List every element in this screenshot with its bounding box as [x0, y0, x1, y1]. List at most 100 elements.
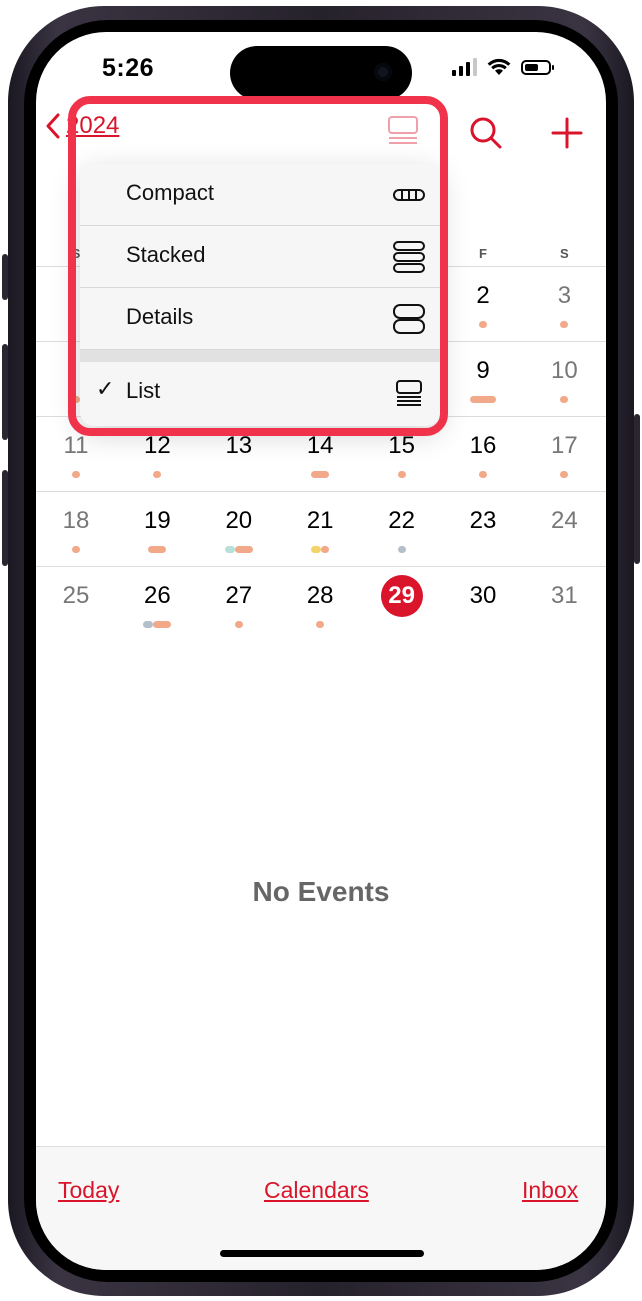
event-dot [311, 546, 322, 553]
day-cell[interactable]: 27 [199, 567, 279, 641]
day-cell[interactable]: 9 [443, 342, 523, 416]
home-indicator [220, 1250, 424, 1257]
event-indicators [362, 625, 442, 633]
event-dot [560, 321, 569, 328]
week-row: 25 26 27 28 29 30 31 [36, 566, 606, 641]
day-number: 3 [557, 282, 572, 309]
day-number: 27 [225, 582, 253, 609]
status-icons [452, 58, 554, 76]
day-cell[interactable]: 30 [443, 567, 523, 641]
event-indicators [524, 396, 604, 404]
day-cell[interactable]: 21 [280, 492, 360, 566]
event-dot [316, 621, 325, 628]
chevron-left-icon [46, 113, 60, 139]
day-cell[interactable]: 2 [443, 267, 523, 341]
event-indicators [36, 621, 116, 629]
event-indicators [117, 546, 197, 554]
battery-icon [521, 59, 554, 75]
event-indicators [280, 546, 360, 554]
day-cell[interactable]: 29 [362, 567, 442, 641]
status-time: 5:26 [102, 54, 155, 82]
day-cell[interactable]: 18 [36, 492, 116, 566]
day-number: 2 [476, 282, 490, 309]
event-dot [148, 546, 167, 553]
event-indicators [36, 471, 116, 479]
day-cell[interactable]: 23 [443, 492, 523, 566]
event-indicators [117, 621, 197, 629]
day-cell[interactable]: 3 [524, 267, 604, 341]
day-cell[interactable]: 26 [117, 567, 197, 641]
event-indicators [199, 621, 279, 629]
week-row: 18 19 20 21 22 23 24 [36, 491, 606, 566]
wifi-icon [487, 58, 511, 75]
event-dot [397, 546, 406, 553]
day-cell[interactable]: 28 [280, 567, 360, 641]
side-button [634, 414, 640, 564]
day-cell[interactable]: 19 [117, 492, 197, 566]
inbox-button[interactable]: Inbox [522, 1177, 578, 1204]
event-indicators [199, 546, 279, 554]
empty-state: No Events [252, 876, 390, 907]
search-icon[interactable] [468, 116, 504, 152]
day-cell[interactable]: 22 [362, 492, 442, 566]
day-number: 17 [551, 432, 578, 459]
event-indicators [524, 321, 604, 329]
event-dot [72, 471, 80, 478]
action-button [2, 254, 8, 300]
day-cell[interactable]: 24 [524, 492, 604, 566]
event-indicators [443, 546, 523, 554]
camera-icon [374, 63, 392, 81]
event-indicators [280, 621, 360, 629]
event-dot [560, 471, 569, 478]
highlight-box [68, 96, 448, 436]
day-cell[interactable]: 20 [199, 492, 279, 566]
event-indicators [280, 471, 360, 479]
event-dot [311, 471, 330, 478]
weekday-label: S [560, 246, 569, 261]
day-cell[interactable]: 17 [524, 417, 604, 491]
event-indicators [443, 396, 523, 404]
calendars-button[interactable]: Calendars [264, 1177, 369, 1204]
event-dot [470, 396, 496, 403]
event-indicators [36, 546, 116, 554]
day-number: 30 [469, 582, 497, 609]
event-indicators [362, 471, 442, 479]
volume-up-button [2, 344, 8, 440]
event-indicators [199, 471, 279, 479]
event-indicators [443, 621, 523, 629]
event-dot [234, 546, 253, 553]
event-dot [479, 471, 487, 478]
day-cell[interactable]: 25 [36, 567, 116, 641]
day-cell[interactable]: 10 [524, 342, 604, 416]
status-bar: 5:26 [36, 32, 606, 102]
today-date: 29 [380, 575, 423, 617]
add-event-icon[interactable] [550, 116, 584, 150]
event-indicators [443, 471, 523, 479]
event-indicators [524, 471, 604, 479]
day-number: 23 [469, 507, 497, 534]
volume-down-button [2, 470, 8, 566]
event-dot [153, 471, 162, 478]
event-dot [72, 546, 80, 553]
day-number: 31 [551, 582, 578, 609]
day-number: 10 [551, 357, 578, 384]
event-indicators [524, 546, 604, 554]
day-number: 16 [469, 432, 497, 459]
event-dot [321, 546, 330, 553]
day-cell[interactable]: 16 [443, 417, 523, 491]
today-button[interactable]: Today [58, 1177, 119, 1204]
event-indicators [362, 546, 442, 554]
event-dot [560, 396, 569, 403]
event-indicators [117, 471, 197, 479]
event-indicators [524, 621, 604, 629]
day-number: 25 [62, 582, 90, 609]
day-number: 18 [62, 507, 90, 534]
day-number: 26 [144, 582, 171, 609]
event-dot [224, 546, 235, 553]
day-number: 22 [388, 507, 415, 534]
cellular-signal-icon [452, 58, 477, 76]
day-cell[interactable]: 31 [524, 567, 604, 641]
day-number: 20 [225, 507, 253, 534]
event-dot [397, 471, 406, 478]
day-number: 9 [476, 357, 490, 384]
